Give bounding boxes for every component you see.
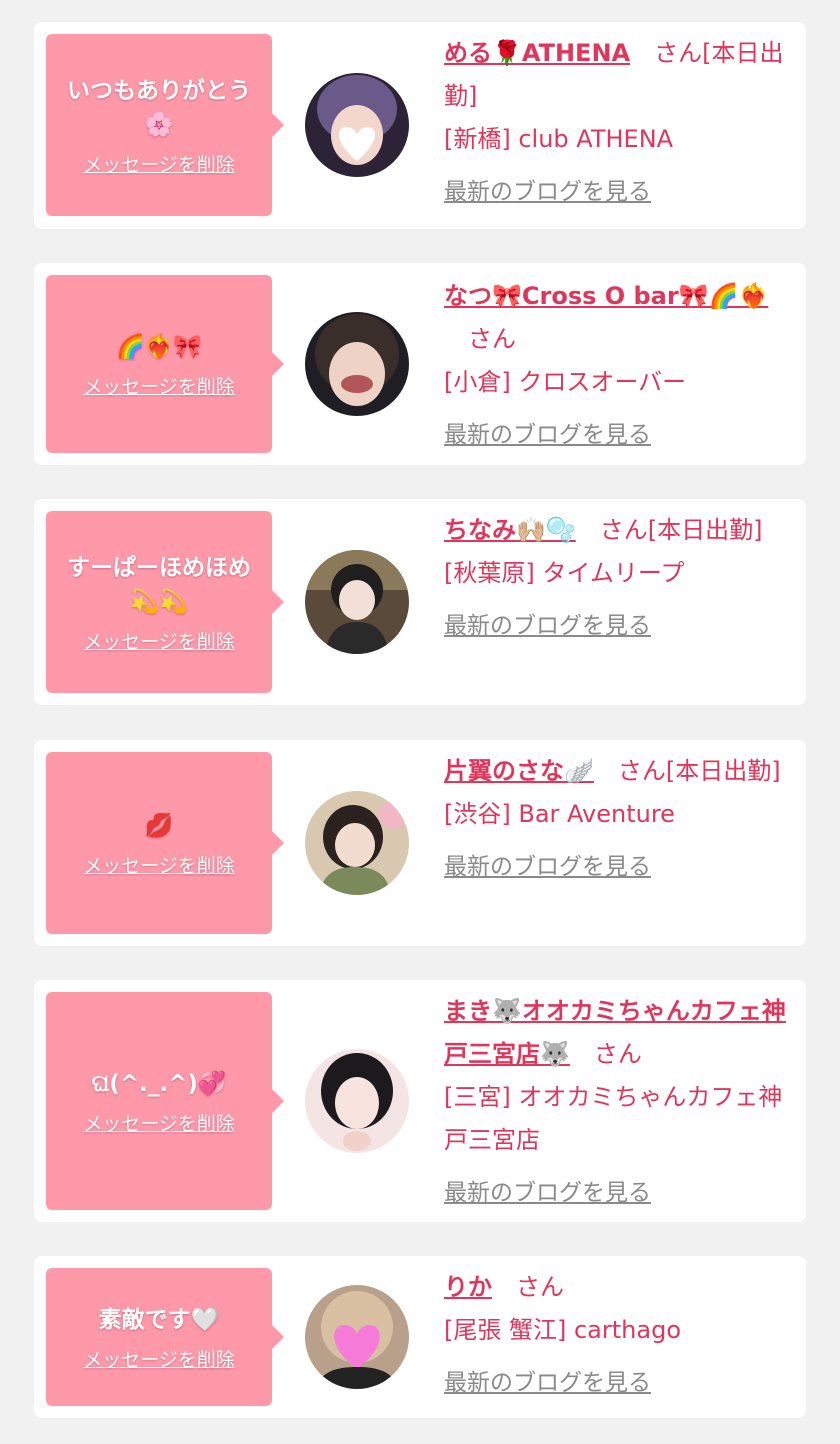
cast-info: める🌹ATHENA さん[本日出勤] [新橋] club ATHENA 最新のブロ… (444, 32, 796, 214)
avatar[interactable] (305, 73, 409, 177)
latest-blog-link[interactable]: 最新のブログを見る (444, 846, 651, 889)
message-text: ଘ(^._.^)💞 (91, 1070, 227, 1097)
delete-message-link[interactable]: メッセージを削除 (83, 851, 235, 878)
shop-name: [新橋] club ATHENA (444, 125, 674, 153)
avatar[interactable] (305, 791, 409, 895)
message-card: 素敵です🤍 メッセージを削除 りか さん [尾張 蟹江] carthago 最新の… (34, 1256, 806, 1418)
avatar[interactable] (305, 1285, 409, 1389)
avatar[interactable] (305, 312, 409, 416)
cast-name-link[interactable]: める🌹ATHENA (444, 39, 630, 67)
cast-info: まき🐺オオカミちゃんカフェ神戸三宮店🐺 さん [三宮] オオカミちゃんカフェ神戸三… (444, 990, 796, 1215)
message-bubble: 🌈❤️‍🔥🎀 メッセージを削除 (46, 275, 284, 453)
message-bubble: すーぱーほめほめ💫💫 メッセージを削除 (46, 511, 284, 693)
cast-info: 片翼のさな🪽 さん[本日出勤] [渋谷] Bar Aventure 最新のブログを… (444, 750, 796, 889)
shop-name: [尾張 蟹江] carthago (444, 1316, 681, 1344)
message-card: 💋 メッセージを削除 片翼のさな🪽 さん[本日出勤] [渋谷] Bar Avent… (34, 740, 806, 946)
message-text: 💋 (144, 812, 174, 839)
delete-message-link[interactable]: メッセージを削除 (83, 150, 235, 177)
cast-status: さん[本日出勤] (599, 516, 763, 544)
avatar[interactable] (305, 1049, 409, 1153)
shop-name: [小倉] クロスオーバー (444, 368, 687, 396)
delete-message-link[interactable]: メッセージを削除 (83, 372, 235, 399)
message-card: いつもありがとう🌸 メッセージを削除 める🌹ATHENA さん[本日出勤] [新橋… (34, 22, 806, 229)
cast-status: さん (468, 325, 516, 353)
shop-name: [渋谷] Bar Aventure (444, 800, 675, 828)
delete-message-link[interactable]: メッセージを削除 (83, 1109, 235, 1136)
message-text: すーぱーほめほめ💫💫 (67, 554, 251, 615)
delete-message-link[interactable]: メッセージを削除 (83, 1345, 235, 1372)
latest-blog-link[interactable]: 最新のブログを見る (444, 414, 651, 457)
latest-blog-link[interactable]: 最新のブログを見る (444, 605, 651, 648)
message-card: ଘ(^._.^)💞 メッセージを削除 まき🐺オオカミちゃんカフェ神戸三宮店🐺 さん… (34, 980, 806, 1222)
cast-name-link[interactable]: 片翼のさな🪽 (444, 757, 594, 785)
cast-info: なつ🎀Cross O bar🎀🌈❤️‍🔥 さん [小倉] クロスオーバー 最新のブ… (444, 275, 796, 457)
cast-name-link[interactable]: ちなみ🙌🏼🫧 (444, 516, 576, 544)
cast-name-link[interactable]: なつ🎀Cross O bar🎀🌈❤️‍🔥 (444, 282, 768, 310)
latest-blog-link[interactable]: 最新のブログを見る (444, 1362, 651, 1405)
latest-blog-link[interactable]: 最新のブログを見る (444, 171, 651, 214)
message-card: すーぱーほめほめ💫💫 メッセージを削除 ちなみ🙌🏼🫧 さん[本日出勤] [秋葉原]… (34, 499, 806, 705)
shop-name: [三宮] オオカミちゃんカフェ神戸三宮店 (444, 1083, 783, 1154)
message-bubble: 💋 メッセージを削除 (46, 752, 284, 934)
delete-message-link[interactable]: メッセージを削除 (83, 627, 235, 654)
message-text: 🌈❤️‍🔥🎀 (116, 333, 202, 360)
cast-info: ちなみ🙌🏼🫧 さん[本日出勤] [秋葉原] タイムリープ 最新のブログを見る (444, 509, 796, 648)
avatar[interactable] (305, 550, 409, 654)
cast-info: りか さん [尾張 蟹江] carthago 最新のブログを見る (444, 1266, 796, 1405)
message-card: 🌈❤️‍🔥🎀 メッセージを削除 なつ🎀Cross O bar🎀🌈❤️‍🔥 さん [… (34, 263, 806, 465)
latest-blog-link[interactable]: 最新のブログを見る (444, 1172, 651, 1215)
cast-status: さん[本日出勤] (617, 757, 781, 785)
cast-status: さん (516, 1273, 564, 1301)
cast-name-link[interactable]: りか (444, 1273, 492, 1301)
message-bubble: 素敵です🤍 メッセージを削除 (46, 1268, 284, 1406)
message-bubble: ଘ(^._.^)💞 メッセージを削除 (46, 992, 284, 1210)
message-bubble: いつもありがとう🌸 メッセージを削除 (46, 34, 284, 216)
shop-name: [秋葉原] タイムリープ (444, 559, 685, 587)
message-text: 素敵です🤍 (98, 1306, 220, 1333)
message-text: いつもありがとう🌸 (67, 77, 251, 138)
cast-status: さん (593, 1040, 642, 1068)
